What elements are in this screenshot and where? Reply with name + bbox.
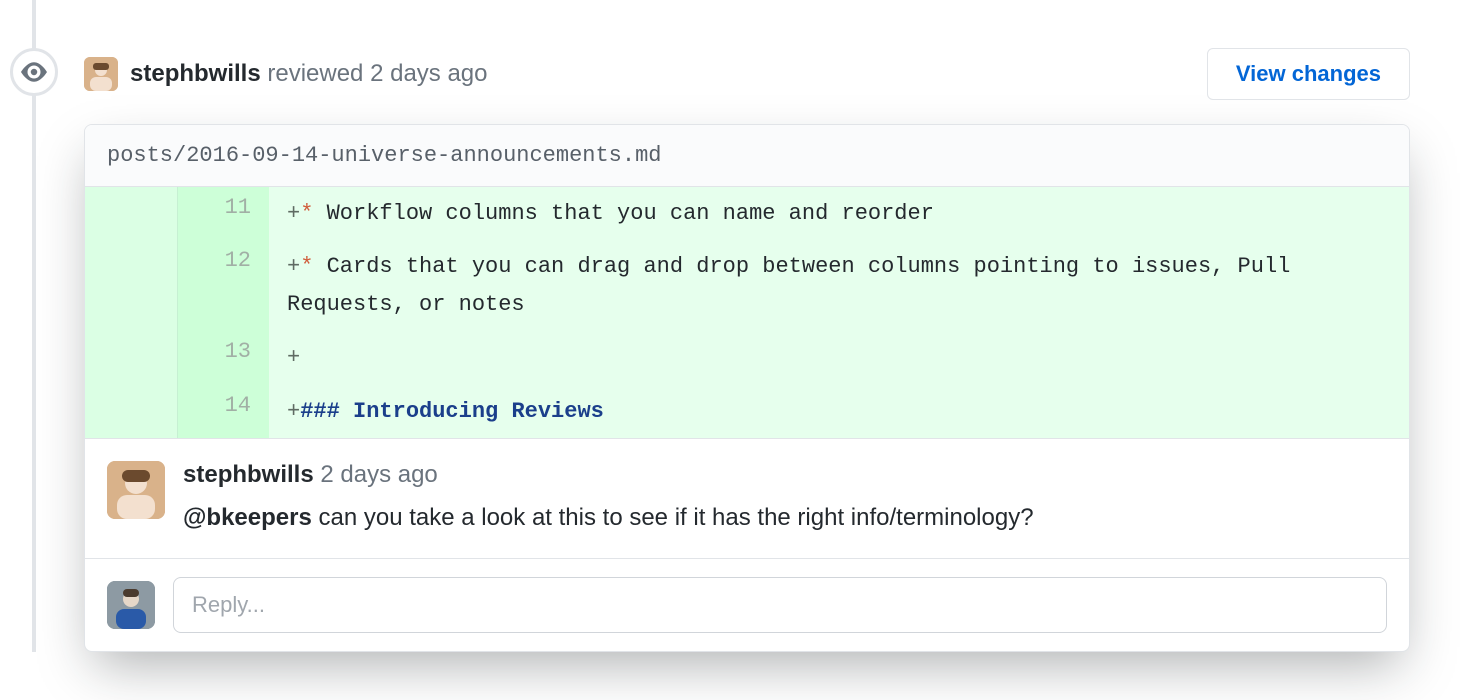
new-line-number[interactable]: 13 [177,331,269,384]
new-line-number[interactable]: 14 [177,385,269,438]
review-timeline: stephbwills reviewed 2 days ago View cha… [0,0,1460,652]
old-line-number[interactable] [85,331,177,384]
review-comment: stephbwills 2 days ago @bkeepers can you… [85,438,1409,558]
reply-row [85,558,1409,651]
avatar[interactable] [84,57,118,91]
avatar[interactable] [107,461,165,519]
timeline-line [32,0,36,652]
view-changes-button[interactable]: View changes [1207,48,1410,100]
old-line-number[interactable] [85,385,177,438]
new-line-number[interactable]: 11 [177,187,269,240]
eye-icon [10,48,58,96]
old-line-number[interactable] [85,240,177,331]
review-author-link[interactable]: stephbwills [130,60,261,87]
comment-timestamp[interactable]: 2 days ago [320,461,437,488]
diff-line: 14 +### Introducing Reviews [85,385,1409,438]
diff-table: 11 +* Workflow columns that you can name… [85,187,1409,438]
diff-line: 12 +* Cards that you can drag and drop b… [85,240,1409,331]
comment-body: @bkeepers can you take a look at this to… [183,499,1387,536]
diff-line: 11 +* Workflow columns that you can name… [85,187,1409,240]
file-path[interactable]: posts/2016-09-14-universe-announcements.… [85,125,1409,187]
code-content: +* Workflow columns that you can name an… [269,187,1409,240]
comment-author-link[interactable]: stephbwills [183,461,314,488]
reply-input[interactable] [173,577,1387,633]
avatar[interactable] [107,581,155,629]
old-line-number[interactable] [85,187,177,240]
review-action-text: reviewed 2 days ago [267,60,487,87]
review-card: posts/2016-09-14-universe-announcements.… [84,124,1410,652]
code-content: +### Introducing Reviews [269,385,1409,438]
new-line-number[interactable]: 12 [177,240,269,331]
user-mention[interactable]: @bkeepers [183,504,312,531]
code-content: + [269,331,1409,384]
code-content: +* Cards that you can drag and drop betw… [269,240,1409,331]
review-header: stephbwills reviewed 2 days ago View cha… [84,14,1410,124]
diff-line: 13 + [85,331,1409,384]
